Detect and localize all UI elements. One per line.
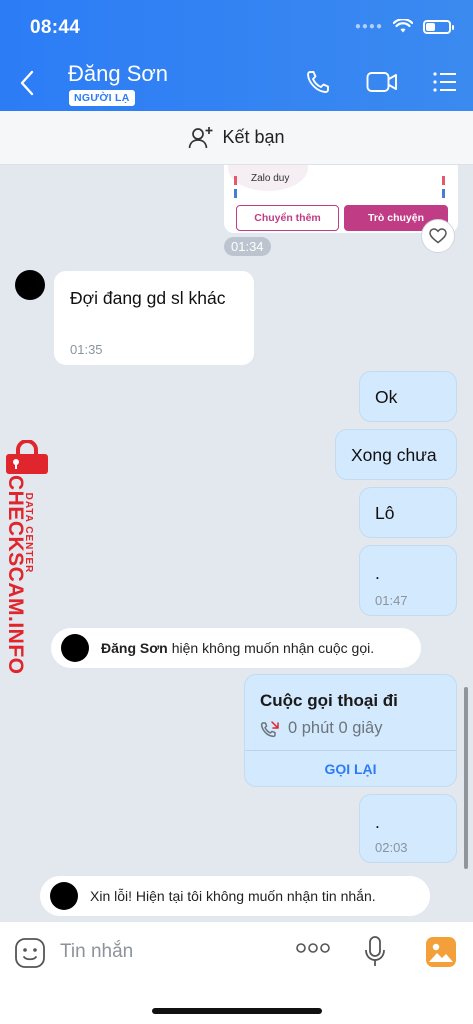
message-text: . (375, 563, 380, 583)
image-icon[interactable] (425, 936, 457, 968)
call-duration: 0 phút 0 giây (288, 719, 383, 737)
message-text: . (375, 812, 380, 832)
home-indicator (152, 1008, 322, 1014)
message-text: Xong chưa (351, 445, 437, 465)
contact-name[interactable]: Đăng Sơn (68, 61, 168, 87)
add-friend-icon (189, 126, 213, 148)
forward-button[interactable]: Chuyển thêm (236, 205, 339, 231)
message-bubble-outgoing[interactable]: Lô (359, 487, 457, 538)
mic-icon[interactable] (364, 935, 386, 969)
video-call-icon[interactable] (366, 69, 398, 95)
message-text: Đợi đang gd sl khác (70, 288, 226, 308)
phone-icon[interactable] (305, 69, 331, 95)
call-back-button[interactable]: GỌI LẠI (245, 751, 456, 787)
emoji-icon[interactable] (14, 937, 46, 969)
time-separator: 01:34 (224, 237, 271, 256)
composer-bar: Tin nhắn (0, 921, 473, 1024)
message-bubble-outgoing[interactable]: Xong chưa (335, 429, 457, 480)
notice-text: Xin lỗi! Hiện tại tôi không muốn nhận ti… (90, 888, 376, 904)
scrollbar[interactable] (464, 687, 468, 869)
react-button[interactable] (421, 219, 455, 253)
message-bubble-outgoing[interactable]: . 01:47 (359, 545, 457, 616)
card-stripe (234, 189, 237, 198)
wifi-icon (393, 19, 413, 33)
signal-icon: ●●●● (354, 21, 383, 32)
system-notice: Đăng Sơn hiện không muốn nhận cuộc gọi. (51, 628, 421, 668)
call-duration-row: 0 phút 0 giây (260, 719, 383, 738)
card-stripe (234, 176, 237, 185)
add-friend-label: Kết bạn (222, 127, 285, 147)
call-log-card[interactable]: Cuộc gọi thoại đi 0 phút 0 giây GỌI LẠI (244, 674, 457, 787)
missed-call-icon (260, 720, 279, 737)
avatar[interactable] (61, 634, 89, 662)
add-friend-bar[interactable]: Kết bạn (0, 111, 473, 165)
card-stripe (442, 176, 445, 185)
notice-name: Đăng Sơn (101, 640, 168, 656)
watermark: DATA CENTER CHECKSCAM.INFO (2, 438, 52, 675)
message-time: 02:03 (375, 840, 408, 855)
heart-icon (429, 228, 447, 244)
avatar[interactable] (15, 270, 45, 300)
message-input[interactable]: Tin nhắn (60, 941, 133, 963)
message-bubble-outgoing[interactable]: Ok (359, 371, 457, 422)
avatar[interactable] (50, 882, 78, 910)
message-bubble-outgoing[interactable]: . 02:03 (359, 794, 457, 863)
message-text: Ok (375, 387, 398, 407)
chat-header: 08:44 ●●●● Đăng Sơn NGƯỜI LẠ (0, 0, 473, 111)
message-bubble-incoming[interactable]: Đợi đang gd sl khác 01:35 (54, 271, 254, 365)
status-time: 08:44 (30, 17, 81, 38)
menu-icon[interactable] (432, 69, 458, 95)
watermark-brand: CHECKSCAM.INFO (4, 475, 27, 675)
more-icon[interactable] (296, 942, 330, 954)
message-time: 01:47 (375, 593, 408, 608)
battery-icon (423, 19, 454, 34)
status-icons: ●●●● (354, 19, 454, 34)
stranger-badge: NGƯỜI LẠ (69, 90, 135, 106)
shared-contact-card[interactable]: Zalo duy Chuyển thêm Trò chuyện (224, 165, 458, 233)
call-title: Cuộc gọi thoại đi (260, 691, 398, 710)
lock-icon (6, 440, 48, 474)
message-text: Lô (375, 503, 395, 523)
system-notice: Xin lỗi! Hiện tại tôi không muốn nhận ti… (40, 876, 430, 916)
card-stripe (442, 189, 445, 198)
card-item-label: Zalo duy (251, 173, 290, 184)
notice-text: hiện không muốn nhận cuộc gọi. (171, 640, 375, 656)
back-icon[interactable] (16, 66, 40, 100)
message-time: 01:35 (70, 342, 103, 357)
